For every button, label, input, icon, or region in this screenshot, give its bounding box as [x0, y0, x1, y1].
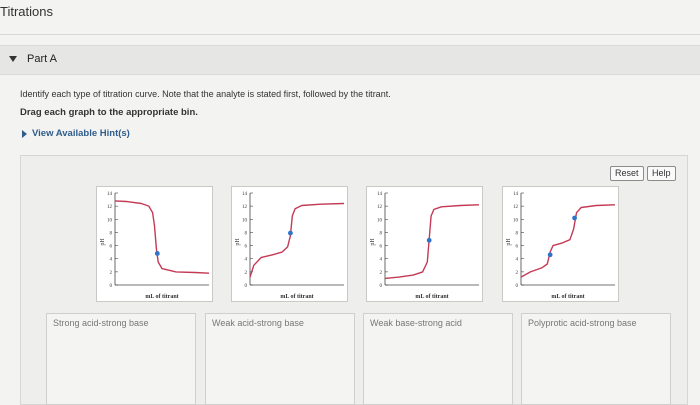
y-tick-label: 10	[377, 218, 383, 223]
y-tick-label: 10	[513, 218, 519, 223]
y-tick-label: 2	[110, 271, 113, 276]
y-tick-label: 2	[516, 271, 519, 276]
equivalence-point	[547, 252, 553, 258]
y-tick-label: 6	[516, 245, 519, 250]
y-tick-label: 0	[110, 284, 113, 289]
y-tick-label: 14	[242, 192, 248, 197]
page-title: Titrations	[0, 4, 53, 19]
equivalence-point	[288, 230, 293, 236]
part-a-header[interactable]	[0, 45, 700, 75]
y-tick-label: 8	[245, 231, 248, 236]
graph-card-4[interactable]: 14 12 10 8 6 4 2 0 pH mL of titrant	[502, 186, 619, 302]
bin-label: Weak base-strong acid	[370, 318, 462, 328]
y-tick-label: 12	[513, 205, 519, 210]
y-tick-label: 4	[516, 258, 519, 263]
y-axis-label: pH	[370, 238, 376, 246]
y-tick-label: 8	[516, 231, 519, 236]
caret-right-icon[interactable]	[22, 130, 27, 138]
y-axis-label: pH	[235, 238, 241, 246]
y-tick-label: 0	[245, 284, 248, 289]
reset-button[interactable]: Reset	[610, 166, 644, 181]
bin-label: Strong acid-strong base	[53, 318, 149, 328]
bin-label: Polyprotic acid-strong base	[528, 318, 637, 328]
titration-curve-graph: 14 12 10 8 6 4 2 0 pH mL of titrant	[506, 192, 616, 300]
y-tick-label: 6	[245, 245, 248, 250]
x-axis-label: mL of titrant	[551, 294, 584, 300]
y-tick-label: 6	[110, 245, 113, 250]
y-tick-label: 2	[245, 271, 248, 276]
x-axis-label: mL of titrant	[415, 294, 448, 300]
bin-weak-acid-strong-base[interactable]: Weak acid-strong base	[205, 313, 355, 405]
titration-curve-graph: 14 12 10 8 6 4 2 0 pH mL of titrant	[370, 192, 480, 300]
part-label: Part A	[27, 53, 57, 65]
y-tick-label: 10	[242, 218, 248, 223]
y-tick-label: 14	[107, 192, 113, 197]
equivalence-point	[154, 251, 160, 256]
y-tick-label: 14	[513, 192, 519, 197]
titration-curve	[384, 204, 480, 280]
bin-weak-base-strong-acid[interactable]: Weak base-strong acid	[363, 313, 513, 405]
y-tick-label: 10	[107, 218, 113, 223]
y-tick-label: 4	[380, 258, 383, 263]
x-axis-label: mL of titrant	[280, 294, 313, 300]
y-tick-label: 12	[107, 205, 113, 210]
y-tick-label: 0	[516, 284, 519, 289]
y-axis-label: pH	[100, 238, 106, 246]
bin-strong-acid-strong-base[interactable]: Strong acid-strong base	[46, 313, 196, 405]
y-tick-label: 12	[242, 205, 248, 210]
equivalence-point	[572, 215, 577, 221]
help-button[interactable]: Help	[647, 166, 676, 181]
view-hints-link[interactable]: View Available Hint(s)	[32, 128, 130, 139]
y-tick-label: 0	[380, 284, 383, 289]
graph-card-2[interactable]: 14 12 10 8 6 4 2 0 pH mL of titrant	[231, 186, 348, 302]
y-tick-label: 2	[380, 271, 383, 276]
titration-curve-graph: 14 12 10 8 6 4 2 0 pH mL of titrant	[100, 192, 210, 300]
graph-card-3[interactable]: 14 12 10 8 6 4 2 0 pH mL of titrant	[366, 186, 483, 302]
y-tick-label: 8	[110, 231, 113, 236]
titration-curve-graph: 14 12 10 8 6 4 2 0 pH mL of titrant	[235, 192, 345, 300]
y-tick-label: 4	[110, 258, 113, 263]
bin-polyprotic-acid-strong-base[interactable]: Polyprotic acid-strong base	[521, 313, 671, 405]
titration-curve	[114, 200, 210, 274]
graph-card-1[interactable]: 14 12 10 8 6 4 2 0 pH mL of titrant	[96, 186, 213, 302]
bin-label: Weak acid-strong base	[212, 318, 304, 328]
y-tick-label: 12	[377, 205, 383, 210]
y-tick-label: 8	[380, 231, 383, 236]
divider	[0, 34, 700, 35]
y-tick-label: 14	[377, 192, 383, 197]
x-axis-label: mL of titrant	[145, 294, 178, 300]
equivalence-point	[426, 237, 432, 243]
instruction-text: Identify each type of titration curve. N…	[20, 89, 391, 99]
titration-curve	[520, 204, 616, 278]
y-tick-label: 4	[245, 258, 248, 263]
caret-down-icon[interactable]	[9, 56, 17, 62]
y-axis-label: pH	[506, 238, 512, 246]
y-tick-label: 6	[380, 245, 383, 250]
drag-instruction: Drag each graph to the appropriate bin.	[20, 107, 198, 118]
titration-curve	[249, 202, 345, 278]
